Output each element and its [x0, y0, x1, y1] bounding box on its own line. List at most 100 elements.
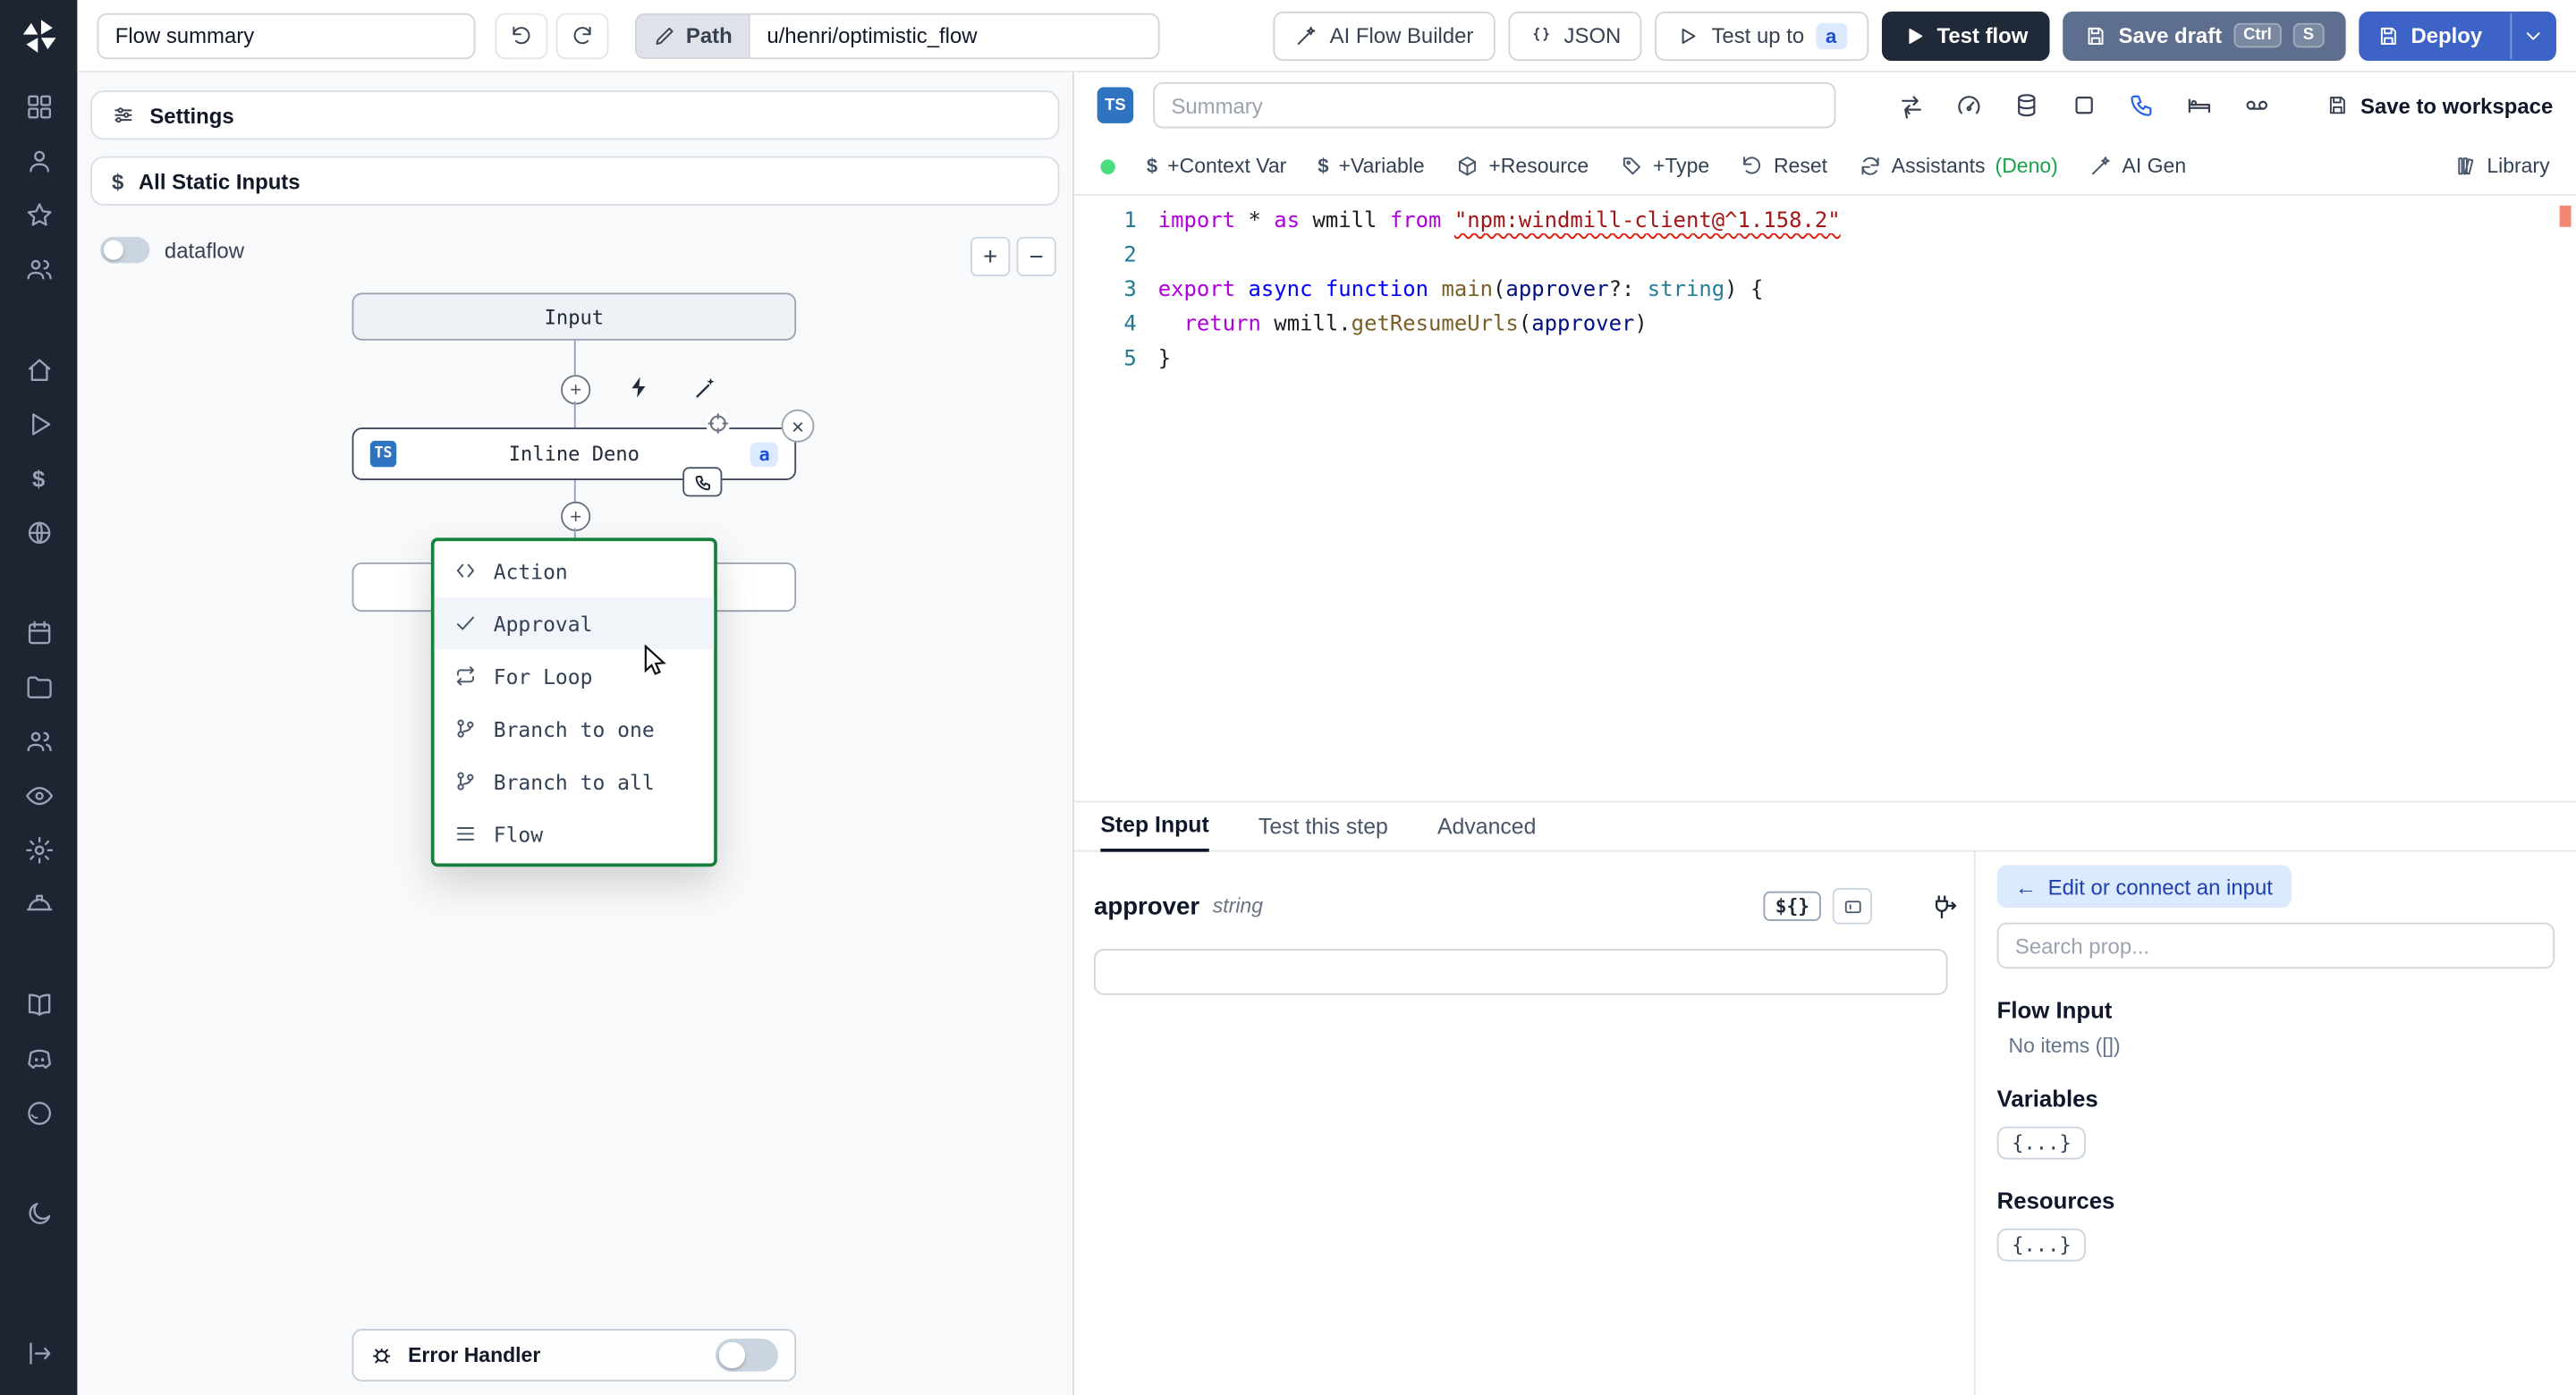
- resources-icon[interactable]: [0, 505, 77, 560]
- path-chip[interactable]: Path: [634, 12, 750, 59]
- ai-flow-builder-button[interactable]: AI Flow Builder: [1274, 10, 1496, 61]
- concurrency-icon[interactable]: [1956, 92, 1982, 118]
- connect-input-button[interactable]: [1929, 892, 1957, 920]
- topbar: Path AI Flow Builder JSON Test up to a T…: [77, 0, 2576, 72]
- apps-icon[interactable]: [0, 79, 77, 133]
- error-handler-toggle[interactable]: [716, 1339, 778, 1372]
- groups-icon[interactable]: [0, 714, 77, 768]
- add-resource-button[interactable]: +Resource: [1456, 155, 1589, 178]
- list-icon: [456, 827, 475, 841]
- test-up-to-button[interactable]: Test up to a: [1655, 10, 1868, 61]
- settings-icon[interactable]: [0, 823, 77, 877]
- add-type-button[interactable]: +Type: [1620, 155, 1709, 178]
- suspend-approval-badge[interactable]: [682, 467, 723, 497]
- mock-icon[interactable]: [2244, 92, 2270, 118]
- typescript-badge: TS: [1097, 87, 1134, 123]
- deploy-dropdown-button[interactable]: [2510, 12, 2555, 59]
- menu-item-action[interactable]: Action: [435, 545, 715, 597]
- flow-input-heading: Flow Input: [1996, 996, 2113, 1023]
- save-draft-button[interactable]: Save draft Ctrl S: [2063, 10, 2345, 61]
- deploy-button[interactable]: Deploy: [2360, 13, 2498, 58]
- ai-gen-button[interactable]: AI Gen: [2089, 155, 2186, 178]
- discord-icon[interactable]: [0, 1031, 77, 1086]
- flow-summary-input[interactable]: [97, 12, 476, 59]
- editor-toggle-button[interactable]: [1832, 888, 1872, 925]
- docs-icon[interactable]: [0, 976, 77, 1031]
- library-button[interactable]: Library: [2454, 155, 2550, 178]
- tab-test-this-step[interactable]: Test this step: [1258, 814, 1388, 850]
- json-button[interactable]: JSON: [1508, 10, 1643, 61]
- suspend-approval-icon[interactable]: [2129, 92, 2155, 118]
- test-flow-button[interactable]: Test flow: [1881, 10, 2050, 61]
- cache-icon[interactable]: [2013, 92, 2039, 118]
- variables-icon[interactable]: $: [0, 451, 77, 505]
- undo-button[interactable]: [495, 12, 548, 59]
- input-node[interactable]: Input: [352, 292, 797, 341]
- menu-item-approval[interactable]: Approval: [434, 596, 715, 650]
- save-draft-label: Save draft: [2118, 22, 2223, 48]
- redo-button[interactable]: [555, 12, 609, 59]
- menu-item-branch-to-one[interactable]: Branch to one: [435, 702, 715, 755]
- error-handler-node[interactable]: Error Handler: [352, 1328, 797, 1382]
- user-icon[interactable]: [0, 133, 77, 188]
- variables-object-badge[interactable]: {...}: [1996, 1126, 2087, 1160]
- template-expr-button[interactable]: ${}: [1763, 891, 1821, 921]
- step-detail-panel: Step Input Test this step Advanced appro…: [1073, 800, 2576, 1395]
- audit-logs-icon[interactable]: [0, 768, 77, 823]
- assistants-lang: (Deno): [1995, 154, 2058, 178]
- play-icon: [1682, 28, 1697, 44]
- expand-sidebar-icon[interactable]: [0, 1325, 77, 1380]
- all-static-inputs-button[interactable]: $ All Static Inputs: [90, 156, 1060, 206]
- home-icon[interactable]: [0, 342, 77, 397]
- reassign-icon[interactable]: [1898, 92, 1924, 119]
- code-editor[interactable]: 12345 import * as wmill from "npm:windmi…: [1074, 196, 2576, 794]
- move-step-icon[interactable]: [705, 410, 731, 436]
- insert-step-button[interactable]: +: [561, 501, 591, 532]
- zoom-in-button[interactable]: +: [970, 236, 1011, 276]
- menu-item-for-loop[interactable]: For Loop: [435, 649, 715, 702]
- workers-icon[interactable]: [0, 876, 77, 931]
- zoom-out-button[interactable]: −: [1016, 236, 1056, 276]
- reset-button[interactable]: Reset: [1741, 155, 1827, 178]
- dark-mode-icon[interactable]: [0, 1186, 77, 1240]
- menu-item-branch-to-all[interactable]: Branch to all: [435, 755, 715, 807]
- arg-value-input[interactable]: [1094, 949, 1948, 995]
- code-lines: import * as wmill from "npm:windmill-cli…: [1157, 208, 1841, 372]
- edit-connect-input-button[interactable]: ← Edit or connect an input: [1996, 865, 2292, 909]
- tab-step-input[interactable]: Step Input: [1100, 813, 1209, 852]
- delete-step-button[interactable]: ×: [781, 409, 815, 443]
- star-icon[interactable]: [0, 188, 77, 242]
- github-icon[interactable]: [0, 1086, 77, 1140]
- runs-icon[interactable]: [0, 396, 77, 451]
- dataflow-toggle[interactable]: [100, 236, 150, 264]
- tab-advanced[interactable]: Advanced: [1437, 814, 1536, 850]
- input-window-icon: [1843, 900, 1860, 913]
- add-context-var-button[interactable]: $ +Context Var: [1147, 155, 1286, 178]
- assistants-button[interactable]: Assistants (Deno): [1859, 155, 2058, 178]
- menu-item-flow[interactable]: Flow: [435, 807, 715, 860]
- search-prop-input[interactable]: [1996, 922, 2555, 969]
- save-to-workspace-button[interactable]: Save to workspace: [2326, 93, 2553, 117]
- sleep-icon[interactable]: [2186, 92, 2212, 118]
- schedules-icon[interactable]: [0, 605, 77, 660]
- early-stop-icon[interactable]: [2071, 92, 2097, 118]
- step-summary-input[interactable]: [1153, 81, 1836, 129]
- git-branch-icon: [457, 772, 474, 790]
- resources-object-badge[interactable]: {...}: [1996, 1228, 2087, 1262]
- folders-icon[interactable]: [0, 659, 77, 714]
- windmill-logo-icon[interactable]: [19, 16, 58, 55]
- add-variable-button[interactable]: $ +Variable: [1318, 155, 1424, 178]
- editor-header: TS Save to workspace: [1074, 72, 2576, 139]
- flow-settings-button[interactable]: Settings: [90, 90, 1060, 140]
- trigger-icon[interactable]: [627, 375, 652, 400]
- git-branch-icon: [457, 719, 474, 738]
- pencil-icon: [656, 26, 674, 45]
- users-icon[interactable]: [0, 241, 77, 296]
- insert-step-button[interactable]: +: [561, 375, 591, 405]
- ai-builder-icon[interactable]: [694, 375, 719, 400]
- test-up-to-step-badge: a: [1816, 21, 1847, 49]
- play-icon: [1908, 28, 1922, 44]
- path-input[interactable]: [749, 12, 1160, 59]
- step-input-pane: approver string ${}: [1074, 852, 1974, 1395]
- kbd-ctrl: Ctrl: [2233, 22, 2282, 48]
